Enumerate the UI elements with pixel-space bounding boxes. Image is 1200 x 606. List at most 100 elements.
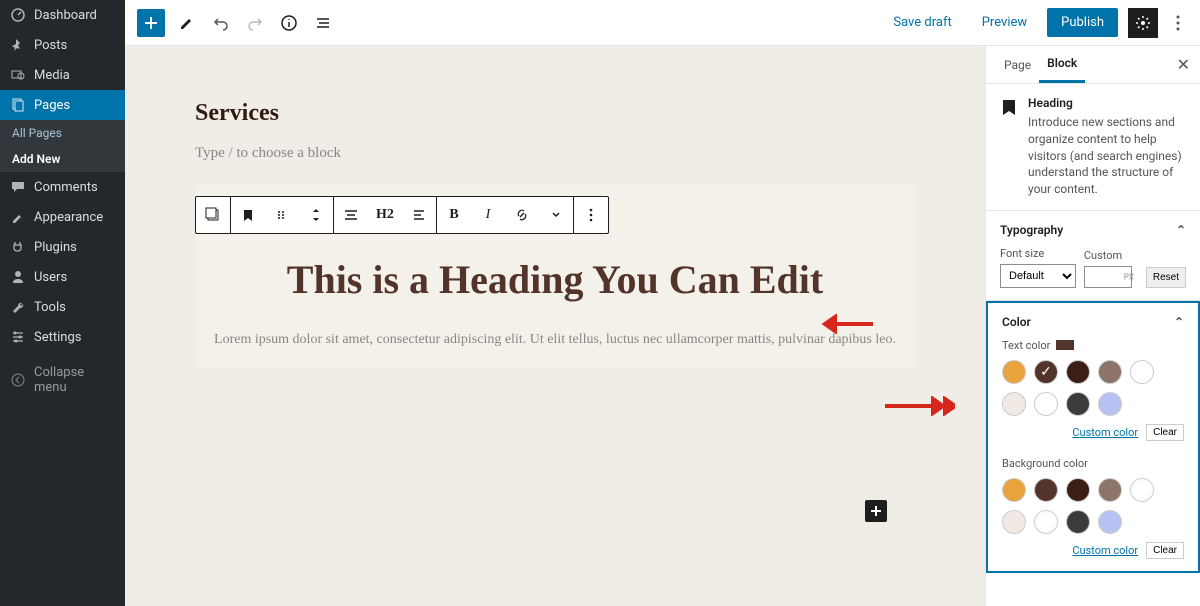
user-icon xyxy=(10,269,26,285)
text-align-icon[interactable] xyxy=(402,197,436,233)
tab-page[interactable]: Page xyxy=(996,48,1039,82)
font-size-label: Font size xyxy=(1000,247,1076,260)
reset-button[interactable]: Reset xyxy=(1146,267,1186,288)
link-icon[interactable] xyxy=(505,197,539,233)
color-swatch[interactable] xyxy=(1098,360,1122,384)
more-options-button[interactable] xyxy=(1168,15,1188,31)
block-info-section: Heading Introduce new sections and organ… xyxy=(986,84,1200,211)
color-panel: Color ⌃ Text color xyxy=(986,301,1200,573)
wrench-icon xyxy=(10,299,26,315)
more-block-options-button[interactable] xyxy=(574,197,608,233)
editor-canvas[interactable]: Services Type / to choose a block xyxy=(125,46,985,606)
sliders-icon xyxy=(10,329,26,345)
align-icon[interactable] xyxy=(334,197,368,233)
block-type-desc: Introduce new sections and organize cont… xyxy=(1028,114,1186,198)
color-swatch[interactable] xyxy=(1066,510,1090,534)
custom-bg-color-link[interactable]: Custom color xyxy=(1072,544,1138,557)
color-swatch[interactable] xyxy=(1034,478,1058,502)
color-swatch[interactable] xyxy=(1002,392,1026,416)
color-swatch[interactable] xyxy=(1002,360,1026,384)
bg-color-swatches xyxy=(1002,478,1184,534)
page-title[interactable]: Services xyxy=(195,100,915,127)
color-swatch[interactable] xyxy=(1130,478,1154,502)
edit-icon[interactable] xyxy=(175,11,199,35)
px-unit: PX xyxy=(1124,272,1134,281)
preview-button[interactable]: Preview xyxy=(972,9,1037,36)
sidebar-item-appearance[interactable]: Appearance xyxy=(0,202,125,232)
info-icon[interactable] xyxy=(277,11,301,35)
sidebar-subitem-add-new[interactable]: Add New xyxy=(0,146,125,172)
sidebar-subitem-all-pages[interactable]: All Pages xyxy=(0,120,125,146)
color-swatch[interactable] xyxy=(1002,478,1026,502)
redo-icon[interactable] xyxy=(243,11,267,35)
sidebar-item-plugins[interactable]: Plugins xyxy=(0,232,125,262)
heading-level-button[interactable]: H2 xyxy=(368,197,402,233)
color-title: Color xyxy=(1002,315,1031,329)
color-swatch[interactable] xyxy=(1098,392,1122,416)
move-icon[interactable] xyxy=(265,197,299,233)
comment-icon xyxy=(10,179,26,195)
tab-block[interactable]: Block xyxy=(1039,46,1085,83)
sidebar-item-media[interactable]: Media xyxy=(0,60,125,90)
sidebar-item-dashboard[interactable]: Dashboard xyxy=(0,0,125,30)
sidebar-label: Posts xyxy=(34,38,67,53)
sidebar-item-tools[interactable]: Tools xyxy=(0,292,125,322)
sidebar-label: Tools xyxy=(34,300,66,315)
color-swatch-selected[interactable] xyxy=(1034,360,1058,384)
sidebar-item-posts[interactable]: Posts xyxy=(0,30,125,60)
color-panel-toggle[interactable]: Color ⌃ xyxy=(1002,315,1184,329)
sidebar-collapse[interactable]: Collapse menu xyxy=(0,358,125,402)
clear-bg-color-button[interactable]: Clear xyxy=(1146,542,1184,559)
color-swatch[interactable] xyxy=(1098,478,1122,502)
color-swatch[interactable] xyxy=(1066,478,1090,502)
color-swatch[interactable] xyxy=(1130,360,1154,384)
annotation-arrow-icon xyxy=(813,314,873,334)
settings-button[interactable] xyxy=(1128,8,1158,38)
publish-button[interactable]: Publish xyxy=(1047,8,1118,37)
sidebar-item-settings[interactable]: Settings xyxy=(0,322,125,352)
bookmark-icon[interactable] xyxy=(231,197,265,233)
dashboard-icon xyxy=(10,7,26,23)
save-draft-button[interactable]: Save draft xyxy=(883,9,961,36)
custom-color-link[interactable]: Custom color xyxy=(1072,426,1138,439)
sidebar-label: Settings xyxy=(34,330,81,345)
font-size-select[interactable]: Default xyxy=(1000,264,1076,288)
sidebar-label: Comments xyxy=(34,180,98,195)
color-swatch[interactable] xyxy=(1034,510,1058,534)
block-placeholder[interactable]: Type / to choose a block xyxy=(195,145,915,162)
close-inspector-button[interactable]: ✕ xyxy=(1177,55,1190,74)
sidebar-label: Dashboard xyxy=(34,8,97,23)
sidebar-item-users[interactable]: Users xyxy=(0,262,125,292)
drag-handle-icon[interactable] xyxy=(196,197,230,233)
selected-block[interactable]: H2 B I xyxy=(195,184,915,368)
inspector-tabs: Page Block ✕ xyxy=(986,46,1200,84)
block-toolbar: H2 B I xyxy=(195,196,609,234)
clear-text-color-button[interactable]: Clear xyxy=(1146,424,1184,441)
outline-icon[interactable] xyxy=(311,11,335,35)
move-up-down-icon[interactable] xyxy=(299,197,333,233)
chevron-up-icon: ⌃ xyxy=(1174,315,1184,329)
heading-block-text[interactable]: This is a Heading You Can Edit xyxy=(235,256,875,303)
editor-main: Save draft Preview Publish Services Type… xyxy=(125,0,1200,606)
insert-block-button[interactable] xyxy=(865,500,887,522)
typography-panel-toggle[interactable]: Typography ⌃ xyxy=(1000,223,1186,237)
color-swatch[interactable] xyxy=(1066,392,1090,416)
color-swatch[interactable] xyxy=(1098,510,1122,534)
color-swatch[interactable] xyxy=(1066,360,1090,384)
bg-color-label: Background color xyxy=(1002,457,1088,470)
collapse-icon xyxy=(10,372,26,388)
paragraph-block-text[interactable]: Lorem ipsum dolor sit amet, consectetur … xyxy=(205,329,905,350)
custom-label: Custom xyxy=(1084,249,1138,262)
chevron-down-icon[interactable] xyxy=(539,197,573,233)
sidebar-label: Media xyxy=(34,68,70,83)
bold-button[interactable]: B xyxy=(437,197,471,233)
undo-icon[interactable] xyxy=(209,11,233,35)
sidebar-item-comments[interactable]: Comments xyxy=(0,172,125,202)
color-swatch[interactable] xyxy=(1002,510,1026,534)
editor-topbar: Save draft Preview Publish xyxy=(125,0,1200,46)
add-block-button[interactable] xyxy=(137,9,165,37)
color-swatch[interactable] xyxy=(1034,392,1058,416)
sidebar-item-pages[interactable]: Pages xyxy=(0,90,125,120)
italic-button[interactable]: I xyxy=(471,197,505,233)
text-color-preview xyxy=(1056,340,1074,350)
